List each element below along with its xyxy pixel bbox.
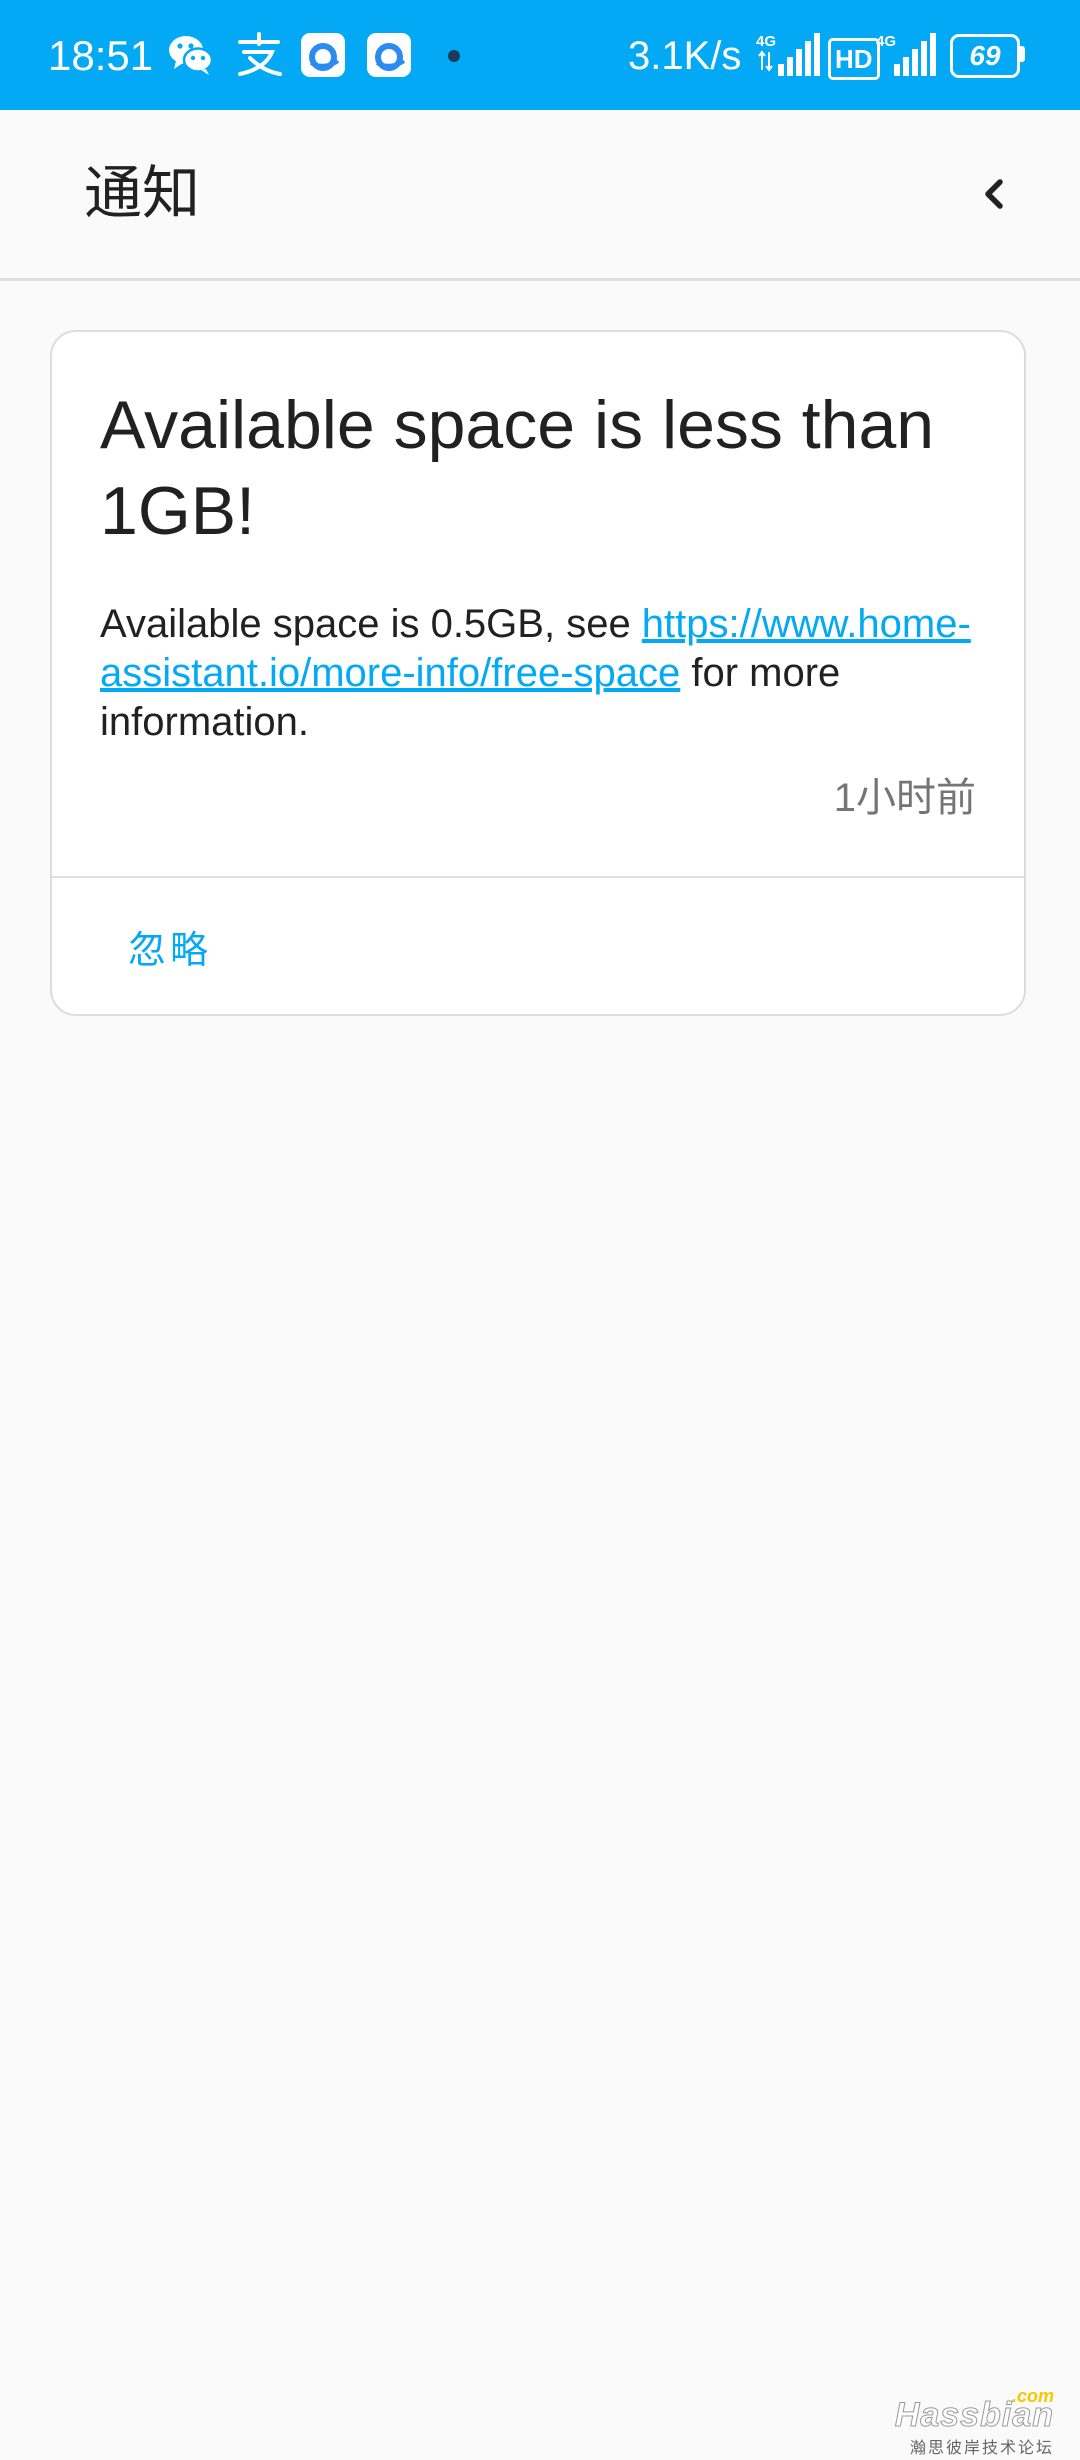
notification-message: Available space is 0.5GB, see https://ww… — [100, 600, 990, 747]
watermark-brand: Hassbian — [894, 2396, 1054, 2435]
sim2-type-label: 4G — [876, 33, 896, 50]
notification-card: Available space is less than 1GB! Availa… — [50, 330, 1026, 1016]
dismiss-button[interactable]: 忽略 — [102, 922, 238, 978]
notification-timestamp: 1小时前 — [833, 776, 976, 820]
wechat-icon — [169, 36, 214, 75]
battery-tip — [1020, 46, 1025, 62]
app-icon — [301, 33, 345, 77]
app-icon — [367, 33, 411, 77]
signal-icon: 4G — [756, 33, 820, 76]
chevron-left-icon — [985, 179, 1003, 209]
notification-title: Available space is less than 1GB! — [100, 387, 935, 549]
hd-icon: HD — [828, 38, 880, 80]
watermark-subtitle: 瀚思彼岸技术论坛 — [909, 2440, 1054, 2457]
status-time: 18:51 — [48, 32, 154, 79]
card-divider — [52, 876, 1024, 878]
alipay-icon — [238, 32, 282, 76]
watermark-logo: .com Hassbian 瀚思彼岸技术论坛 — [894, 2386, 1062, 2457]
battery-icon: 69 — [950, 34, 1020, 78]
status-bar: 18:51 3.1K/s 4G HD 4G 69 — [0, 0, 1080, 110]
signal-icon: 4G — [876, 33, 936, 76]
back-button[interactable] — [956, 156, 1032, 232]
message-prefix: Available space is 0.5GB, see — [100, 602, 642, 646]
sim1-type-label: 4G — [756, 33, 776, 50]
app-header: 通知 — [0, 110, 1080, 281]
dot-icon — [448, 50, 460, 62]
network-speed: 3.1K/s — [628, 34, 742, 78]
page-title: 通知 — [84, 161, 201, 226]
